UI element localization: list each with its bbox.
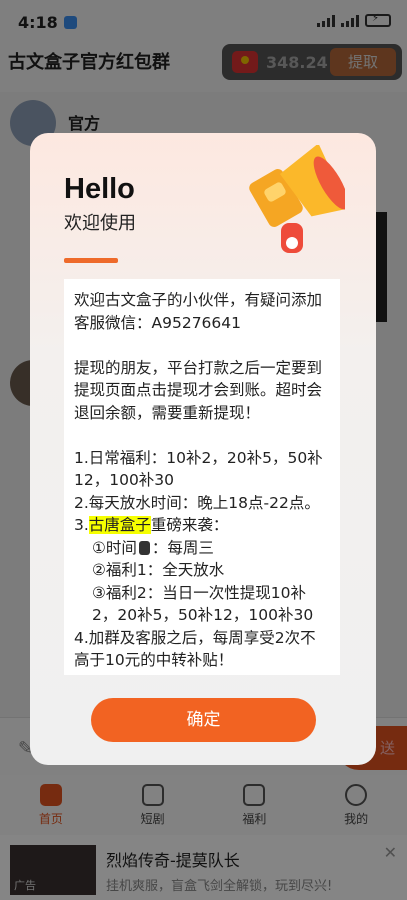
notice-item: 3.古唐盒子重磅来袭： xyxy=(74,514,330,537)
notice-item: 2.每天放水时间：晚上18点-22点。 xyxy=(74,493,320,512)
notice-text[interactable]: 欢迎古文盒子的小伙伴，有疑问添加客服微信：A95276641 提现的朋友，平台打… xyxy=(64,279,340,675)
notice-item: 4.加群及客服之后，每周享受2次不高于10元的中转补贴！ xyxy=(74,628,316,670)
dialog-title: Hello xyxy=(64,173,135,205)
notice-item: 1.日常福利：10补2，20补5，50补12，100补30 xyxy=(74,448,323,490)
notice-subitem-label: ①时间 xyxy=(92,538,137,557)
notice-subitem: ①时间 ：每周三 xyxy=(74,537,330,560)
watch-icon xyxy=(138,540,150,555)
megaphone-icon xyxy=(249,145,345,253)
notice-paragraph: 欢迎古文盒子的小伙伴，有疑问添加客服微信：A95276641 xyxy=(74,291,323,332)
title-divider xyxy=(64,258,118,263)
notice-subitem-text: ③福利2：当日一次性提现10补2，20补5，50补12，100补30 xyxy=(92,583,314,625)
confirm-button[interactable]: 确定 xyxy=(91,698,316,742)
notice-paragraph: 提现的朋友，平台打款之后一定要到提现页面点击提现才会到账。超时会退回余额，需要重… xyxy=(74,358,323,422)
welcome-dialog: Hello 欢迎使用 欢迎古文盒子的小伙伴，有疑问添加客服微信：A9527664… xyxy=(30,133,376,765)
dialog-subtitle: 欢迎使用 xyxy=(64,213,136,234)
notice-item-suffix: 重磅来袭： xyxy=(150,516,229,534)
notice-subitem-value: ：每周三 xyxy=(151,538,214,557)
notice-subitem: ②福利1：全天放水 xyxy=(92,561,225,579)
highlighted-text: 古唐盒子 xyxy=(88,516,151,534)
notice-item-prefix: 3. xyxy=(74,516,89,534)
notice-subitem: ③福利2：当日一次性提现10补2，20补5，50补12，100补30 xyxy=(74,582,330,627)
